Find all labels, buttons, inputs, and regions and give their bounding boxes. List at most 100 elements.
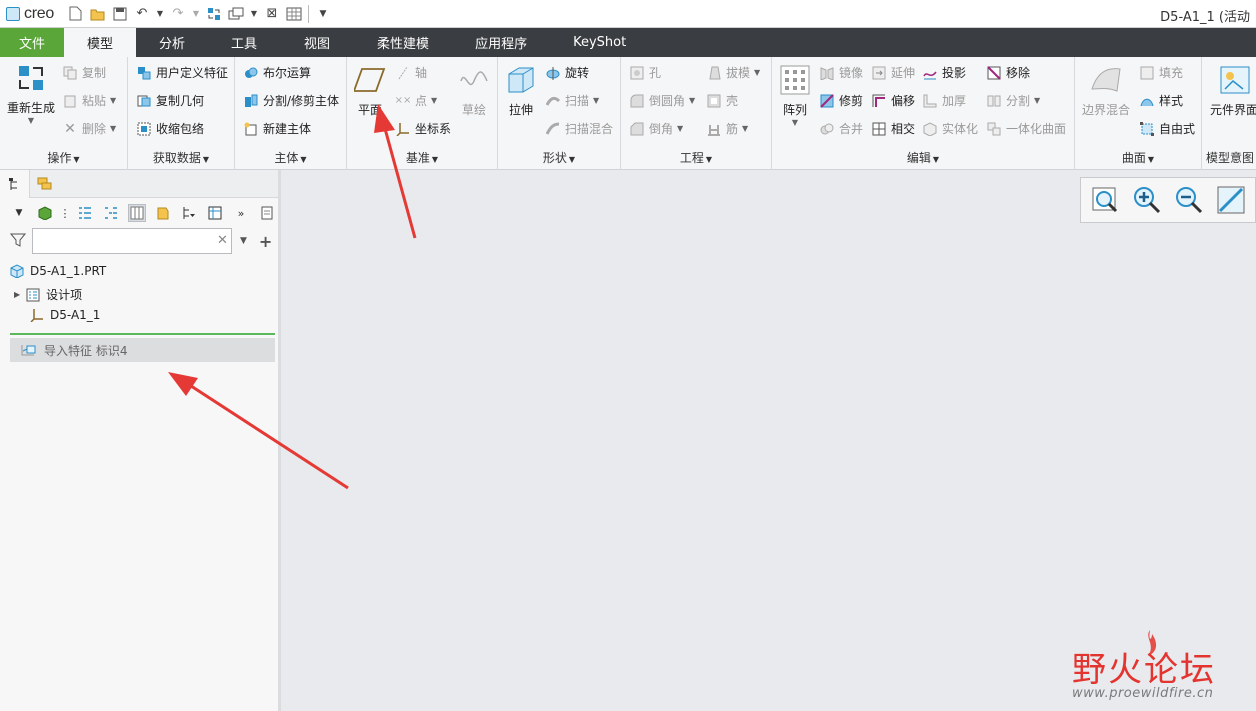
fill-button[interactable]: 填充 [1139, 64, 1183, 81]
chamfer-button[interactable]: 倒角 ▼ [629, 120, 683, 137]
body-icon[interactable] [36, 204, 54, 222]
redo-icon[interactable]: ↷ [170, 6, 186, 22]
plane-button[interactable]: 平面 [354, 63, 386, 118]
copy-geometry-button[interactable]: 复制几何 [136, 92, 204, 109]
draft-button[interactable]: 拔模 ▼ [706, 64, 760, 81]
round-dropdown-icon[interactable]: ▼ [689, 96, 695, 105]
rib-dropdown-icon[interactable]: ▼ [742, 124, 748, 133]
more-options-icon[interactable]: ⋮ [60, 204, 71, 222]
group-datum-title[interactable]: 基准 ▼ [347, 149, 497, 166]
group-get-data-title[interactable]: 获取数据 ▼ [128, 149, 234, 166]
remove-button[interactable]: 移除 [986, 64, 1030, 81]
delete-dropdown-icon[interactable]: ▼ [110, 124, 116, 133]
tree-item-design-items[interactable]: ▶ 设计项 [14, 286, 82, 303]
zoom-in-icon[interactable] [1131, 184, 1163, 216]
model-tree-tab[interactable] [0, 169, 30, 198]
tree-dropdown-icon[interactable]: ▼ [10, 204, 28, 222]
new-icon[interactable] [68, 6, 84, 22]
revolve-button[interactable]: 旋转 [545, 64, 589, 81]
unify-surfaces-button[interactable]: 一体化曲面 [986, 120, 1066, 137]
close-window-icon[interactable]: ⊠ [264, 6, 280, 22]
project-button[interactable]: 投影 [922, 64, 966, 81]
csys-button[interactable]: 坐标系 [395, 120, 451, 137]
style-button[interactable]: 样式 [1139, 92, 1183, 109]
tree-columns-icon[interactable] [128, 204, 146, 222]
windows-dropdown-icon[interactable]: ▼ [250, 6, 258, 22]
hole-button[interactable]: 孔 [629, 64, 661, 81]
merge-button[interactable]: 合并 [819, 120, 863, 137]
solidify-button[interactable]: 实体化 [922, 120, 978, 137]
draft-dropdown-icon[interactable]: ▼ [754, 68, 760, 77]
extrude-button[interactable]: 拉伸 [504, 63, 538, 118]
expand-arrow-icon[interactable]: ▶ [14, 290, 20, 299]
round-button[interactable]: 倒圆角 ▼ [629, 92, 695, 109]
group-model-intent-title[interactable]: 模型意图 [1206, 149, 1256, 166]
thicken-button[interactable]: 加厚 [922, 92, 966, 109]
new-body-button[interactable]: 新建主体 [243, 120, 311, 137]
swept-blend-button[interactable]: 扫描混合 [545, 120, 613, 137]
copy-button[interactable]: 复制 [62, 64, 106, 81]
regenerate-button[interactable]: 重新生成 ▼ [5, 61, 57, 125]
tree-filter-folder-icon[interactable] [154, 204, 172, 222]
group-operations-title[interactable]: 操作 ▼ [0, 149, 127, 166]
insert-indicator[interactable] [10, 333, 275, 335]
rib-button[interactable]: 筋 ▼ [706, 120, 748, 137]
paste-dropdown-icon[interactable]: ▼ [110, 96, 116, 105]
layer-tree-tab[interactable] [30, 170, 60, 198]
delete-button[interactable]: ✕ 删除 ▼ [62, 120, 116, 137]
undo-icon[interactable]: ↶ [134, 6, 150, 22]
udf-button[interactable]: 用户定义特征 [136, 64, 228, 81]
tab-keyshot[interactable]: KeyShot [550, 28, 649, 57]
group-surfaces-title[interactable]: 曲面 ▼ [1075, 149, 1201, 166]
tab-view[interactable]: 视图 [280, 28, 354, 57]
group-engineering-title[interactable]: 工程 ▼ [621, 149, 771, 166]
point-dropdown-icon[interactable]: ▼ [431, 96, 437, 105]
open-icon[interactable] [90, 6, 106, 22]
regenerate-dropdown-icon[interactable]: ▼ [28, 116, 34, 125]
split-button[interactable]: 分割 ▼ [986, 92, 1040, 109]
tab-analysis[interactable]: 分析 [136, 28, 208, 57]
group-body-title[interactable]: 主体 ▼ [235, 149, 346, 166]
shrinkwrap-button[interactable]: 收缩包络 [136, 120, 204, 137]
extend-button[interactable]: 延伸 [871, 64, 915, 81]
sweep-dropdown-icon[interactable]: ▼ [593, 96, 599, 105]
tab-flexible-modeling[interactable]: 柔性建模 [354, 28, 452, 57]
mirror-button[interactable]: 镜像 [819, 64, 863, 81]
repaint-icon[interactable] [1215, 184, 1247, 216]
save-icon[interactable] [112, 6, 128, 22]
collapse-tree-icon[interactable] [102, 204, 120, 222]
point-button[interactable]: ×× 点 ▼ [395, 92, 438, 109]
tab-model[interactable]: 模型 [64, 28, 136, 57]
trim-button[interactable]: 修剪 [819, 92, 863, 109]
settings-icon[interactable] [286, 6, 302, 22]
offset-button[interactable]: 偏移 [871, 92, 915, 109]
tree-search-input[interactable] [32, 228, 232, 254]
group-shapes-title[interactable]: 形状 ▼ [498, 149, 620, 166]
regenerate-icon[interactable] [206, 6, 222, 22]
boolean-button[interactable]: 布尔运算 [243, 64, 311, 81]
group-editing-title[interactable]: 编辑 ▼ [772, 149, 1074, 166]
pattern-dropdown-icon[interactable]: ▼ [792, 118, 798, 127]
sweep-button[interactable]: 扫描 ▼ [545, 92, 599, 109]
more-tools-icon[interactable]: » [232, 204, 250, 222]
shell-button[interactable]: 壳 [706, 92, 738, 109]
redo-dropdown-icon[interactable]: ▼ [192, 6, 200, 22]
expand-tree-icon[interactable] [76, 204, 94, 222]
tab-applications[interactable]: 应用程序 [452, 28, 550, 57]
split-dropdown-icon[interactable]: ▼ [1034, 96, 1040, 105]
undo-dropdown-icon[interactable]: ▼ [156, 6, 164, 22]
tree-show-icon[interactable] [258, 204, 276, 222]
sketch-button[interactable]: 草绘 [457, 63, 491, 118]
freestyle-button[interactable]: 自由式 [1139, 120, 1195, 137]
search-dropdown-icon[interactable]: ▼ [240, 236, 247, 246]
paste-button[interactable]: 粘贴 ▼ [62, 92, 116, 109]
customize-qa-icon[interactable]: ▼ [315, 6, 331, 22]
split-trim-body-button[interactable]: 分割/修剪主体 [243, 92, 339, 109]
filter-icon[interactable] [9, 232, 27, 251]
tree-settings-icon[interactable] [206, 204, 224, 222]
tree-filters-icon[interactable] [180, 204, 198, 222]
tab-tools[interactable]: 工具 [208, 28, 280, 57]
windows-icon[interactable] [228, 6, 244, 22]
pattern-button[interactable]: 阵列 ▼ [778, 63, 812, 127]
tree-root-part[interactable]: D5-A1_1.PRT [10, 264, 106, 278]
